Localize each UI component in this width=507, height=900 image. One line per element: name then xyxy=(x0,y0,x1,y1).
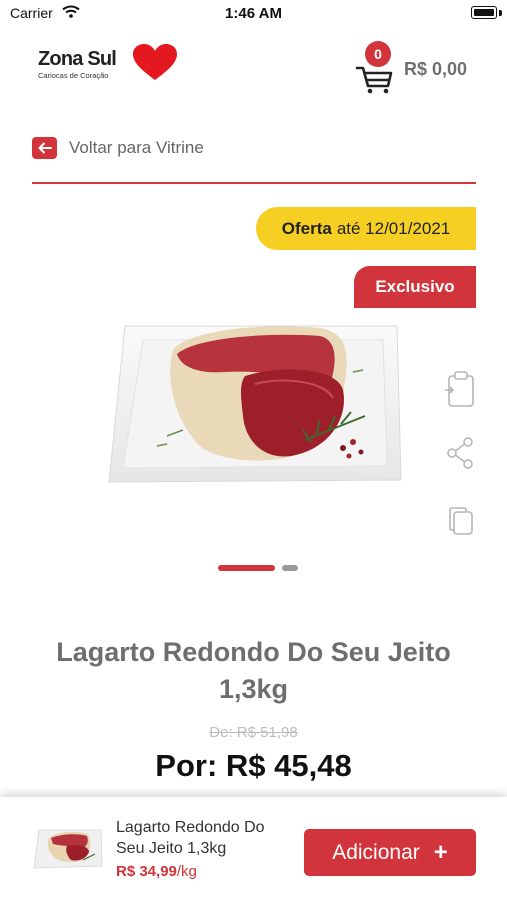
bottom-add-bar: Lagarto Redondo Do Seu Jeito 1,3kg R$ 34… xyxy=(0,797,507,900)
product-image[interactable] xyxy=(105,320,405,497)
arrow-left-icon xyxy=(32,137,57,159)
logo-name: Zona Sul xyxy=(38,48,117,70)
bottom-unit-price: R$ 34,99/kg xyxy=(116,863,197,880)
offer-label: Oferta xyxy=(281,218,332,238)
old-price: De: R$ 51,98 xyxy=(209,724,298,741)
unit-price-value: R$ 34,99 xyxy=(116,863,177,880)
exclusive-badge: Exclusivo xyxy=(354,266,476,308)
logo-tagline: Cariocas de Coração xyxy=(38,71,109,80)
carousel-dot-active[interactable] xyxy=(218,565,275,571)
copy-icon[interactable] xyxy=(444,504,478,543)
back-to-showcase-link[interactable]: Voltar para Vitrine xyxy=(32,136,204,160)
product-title: Lagarto Redondo Do Seu Jeito 1,3kg xyxy=(56,637,451,704)
product-thumbnail xyxy=(33,828,103,875)
bottom-product-name: Lagarto Redondo Do Seu Jeito 1,3kg xyxy=(116,819,265,857)
status-bar: Carrier 1:46 AM xyxy=(0,0,507,28)
battery-tip xyxy=(499,10,502,16)
plus-icon: + xyxy=(433,838,448,866)
cart-total[interactable]: R$ 0,00 xyxy=(404,59,467,80)
add-to-cart-button[interactable]: Adicionar + xyxy=(304,829,476,876)
add-button-label: Adicionar xyxy=(332,840,420,864)
clipboard-icon[interactable] xyxy=(444,370,478,415)
cart-count-badge: 0 xyxy=(365,41,391,67)
zona-sul-logo[interactable]: Zona Sul Cariocas de Coração xyxy=(38,48,117,80)
header-divider xyxy=(32,182,476,184)
status-time: 1:46 AM xyxy=(225,5,282,22)
share-icon[interactable] xyxy=(444,436,478,475)
offer-badge: Oferta até 12/01/2021 xyxy=(256,207,476,250)
battery-icon xyxy=(471,6,497,19)
unit-price-unit: /kg xyxy=(176,863,197,880)
offer-date: até 12/01/2021 xyxy=(336,218,451,238)
back-label: Voltar para Vitrine xyxy=(69,138,204,157)
carousel-dot[interactable] xyxy=(282,565,298,571)
heart-logo-icon xyxy=(132,44,178,87)
current-price: Por: R$ 45,48 xyxy=(155,748,352,783)
